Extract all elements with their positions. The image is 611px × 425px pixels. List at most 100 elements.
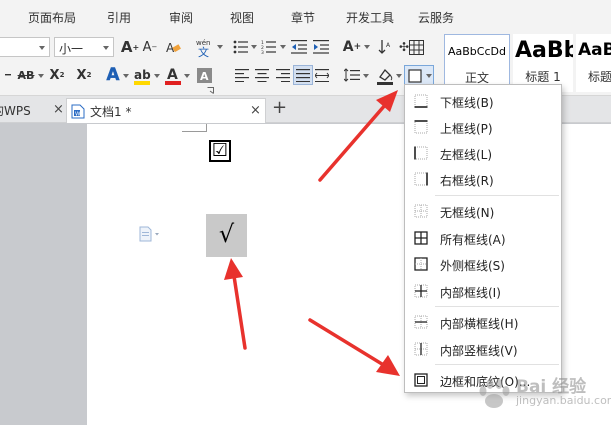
menu-item-label: 右框线(R): [440, 174, 494, 188]
menu-item-right-border[interactable]: 右框线(R): [405, 166, 561, 192]
menu-bar: 页面布局 引用 审阅 视图 章节 开发工具 云服务: [0, 0, 611, 32]
menu-item-inside-vertical-border[interactable]: 内部竖框线(V): [405, 336, 561, 362]
menu-item-top-border[interactable]: 上框线(P): [405, 114, 561, 140]
shrink-font-icon[interactable]: A −: [141, 37, 159, 57]
menu-tab-section[interactable]: 章节: [291, 9, 315, 26]
style-preview: AaBb: [515, 38, 573, 63]
phonetic-guide-icon[interactable]: wén 文: [193, 35, 223, 59]
border-button[interactable]: [404, 65, 434, 86]
font-size-combo[interactable]: 小一: [54, 37, 114, 57]
table-grid-icon[interactable]: [407, 38, 425, 56]
all-borders-icon: [414, 231, 428, 245]
bullet-list-icon[interactable]: [231, 38, 251, 56]
strikethrough-icon[interactable]: AB: [14, 65, 38, 85]
highlight-icon[interactable]: ab: [131, 65, 153, 87]
svg-text:A: A: [200, 70, 209, 83]
style-preview: AaBb: [578, 40, 611, 60]
menu-item-outside-borders[interactable]: 外侧框线(S): [405, 251, 561, 277]
svg-text:文: 文: [198, 45, 209, 58]
decrease-indent-icon[interactable]: [290, 38, 308, 56]
chevron-down-icon: [39, 46, 45, 50]
menu-item-inside-horizontal-border[interactable]: 内部横框线(H): [405, 309, 561, 335]
chevron-down-icon[interactable]: [280, 45, 286, 49]
align-center-icon[interactable]: [254, 67, 270, 83]
top-border-icon: [414, 120, 428, 134]
text-format-icon[interactable]: [2, 66, 14, 84]
check-mark-character[interactable]: √: [206, 214, 247, 257]
svg-text:A: A: [386, 42, 391, 49]
chevron-down-icon[interactable]: [154, 74, 160, 78]
svg-text:A: A: [167, 67, 178, 83]
menu-tab-cloud[interactable]: 云服务: [418, 9, 454, 26]
outside-borders-icon: [414, 257, 428, 271]
chevron-down-icon: [426, 74, 432, 78]
menu-tab-references[interactable]: 引用: [107, 9, 131, 26]
chevron-down-icon[interactable]: [363, 74, 369, 78]
chevron-down-icon[interactable]: [123, 74, 129, 78]
subscript-icon[interactable]: X2: [74, 65, 94, 85]
increase-indent-icon[interactable]: [312, 38, 330, 56]
document-icon: W: [71, 104, 85, 118]
page-margin-marker: [182, 124, 207, 132]
checked-box-symbol[interactable]: ☑: [209, 140, 231, 162]
menu-separator: [435, 195, 559, 196]
menu-item-bottom-border[interactable]: 下框线(B): [405, 88, 561, 114]
align-right-icon[interactable]: [275, 67, 291, 83]
font-dialog-launcher-icon[interactable]: [205, 85, 215, 95]
menu-tab-review[interactable]: 审阅: [169, 9, 193, 26]
text-effect-icon[interactable]: A: [103, 65, 123, 85]
style-label: 标题 1: [525, 70, 561, 84]
distributed-align-icon[interactable]: [314, 67, 330, 83]
chevron-down-icon[interactable]: [38, 74, 44, 78]
svg-text:3: 3: [261, 50, 264, 54]
inside-borders-icon: [414, 284, 428, 298]
menu-item-inside-borders[interactable]: 内部框线(I): [405, 278, 561, 304]
watermark-url: jingyan.baidu.com: [516, 394, 611, 407]
paw-logo-icon: [479, 379, 510, 408]
svg-text:ab: ab: [134, 68, 151, 82]
tab-label: 的WPS: [0, 104, 31, 118]
chevron-down-icon[interactable]: [184, 74, 190, 78]
menu-item-left-border[interactable]: 左框线(L): [405, 140, 561, 166]
sort-icon[interactable]: A: [377, 38, 395, 56]
borders-and-shading-icon: [414, 373, 428, 387]
close-icon[interactable]: ×: [250, 103, 261, 118]
menu-tab-view[interactable]: 视图: [230, 9, 254, 26]
chevron-down-icon[interactable]: [251, 45, 257, 49]
tab-label: 文档1 *: [90, 104, 132, 119]
align-left-icon[interactable]: [234, 67, 250, 83]
menu-item-label: 内部竖框线(V): [440, 344, 518, 358]
clear-format-icon[interactable]: A: [163, 37, 183, 57]
tab-document-1[interactable]: W 文档1 * ×: [66, 98, 266, 123]
chevron-down-icon[interactable]: [396, 74, 402, 78]
menu-item-label: 左框线(L): [440, 148, 493, 162]
text-direction-icon[interactable]: A +: [340, 37, 364, 57]
close-icon[interactable]: ×: [53, 102, 64, 117]
style-preview: AaBbCcDd: [448, 45, 506, 58]
paragraph-layout-icon[interactable]: [139, 226, 159, 242]
superscript-icon[interactable]: X2: [47, 65, 67, 85]
baidu-jingyan-watermark: Bai 经验 jingyan.baidu.com: [470, 368, 611, 425]
menu-item-label: 内部横框线(H): [440, 317, 519, 331]
style-heading[interactable]: AaBb 标题: [576, 34, 611, 92]
new-tab-icon[interactable]: +: [272, 97, 287, 118]
menu-item-label: 内部框线(I): [440, 286, 501, 300]
font-color-icon[interactable]: A: [163, 65, 183, 87]
numbered-list-icon[interactable]: 123: [259, 38, 279, 56]
chevron-down-icon[interactable]: [364, 45, 370, 49]
line-spacing-icon[interactable]: [343, 67, 361, 83]
menu-separator: [435, 306, 559, 307]
tab-wps-home[interactable]: 的WPS ×: [0, 98, 64, 123]
menu-item-no-border[interactable]: 无框线(N): [405, 198, 561, 224]
grow-font-icon[interactable]: A +: [120, 37, 140, 57]
menu-tab-developer[interactable]: 开发工具: [346, 9, 394, 26]
font-size-value: 小一: [59, 42, 84, 56]
chevron-down-icon: [217, 45, 223, 49]
character-shading-icon[interactable]: A: [195, 66, 213, 84]
justify-icon[interactable]: [293, 65, 313, 85]
paragraph-shading-icon[interactable]: [375, 65, 395, 87]
bottom-border-icon: [414, 94, 428, 108]
menu-tab-page-layout[interactable]: 页面布局: [28, 9, 76, 26]
menu-item-all-borders[interactable]: 所有框线(A): [405, 225, 561, 251]
font-name-combo[interactable]: [0, 37, 50, 57]
